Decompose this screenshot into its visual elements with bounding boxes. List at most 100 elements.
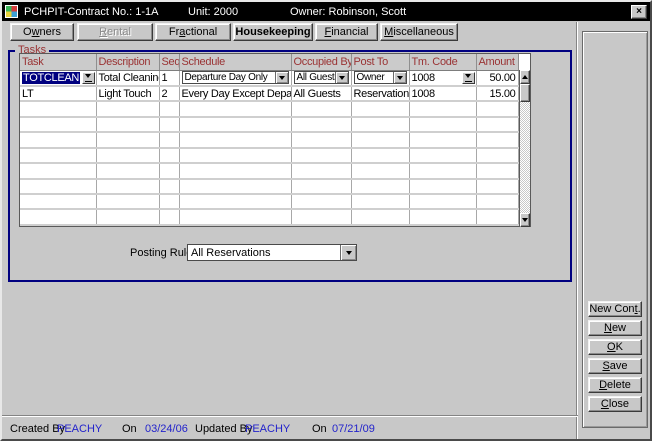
cell-empty[interactable] xyxy=(351,101,409,116)
drop-list-button[interactable] xyxy=(462,72,475,84)
cell-empty[interactable] xyxy=(179,148,291,163)
cell-empty[interactable] xyxy=(291,194,351,209)
cell-empty[interactable] xyxy=(159,179,179,194)
cell-post_to[interactable]: Reservation xyxy=(351,86,409,101)
schedule-combobox[interactable]: Departure Day Only xyxy=(182,71,289,84)
cell-empty[interactable] xyxy=(179,132,291,147)
cell-empty[interactable] xyxy=(20,117,96,132)
cell-empty[interactable] xyxy=(179,194,291,209)
cell-empty[interactable] xyxy=(476,148,518,163)
cell-empty[interactable] xyxy=(159,132,179,147)
cell-empty[interactable] xyxy=(291,117,351,132)
cell-empty[interactable] xyxy=(179,209,291,225)
chevron-down-icon[interactable] xyxy=(335,72,348,83)
cell-empty[interactable] xyxy=(351,148,409,163)
cell-empty[interactable] xyxy=(20,163,96,178)
tab-miscellaneous[interactable]: Miscellaneous xyxy=(380,23,458,41)
cell-occupied_by[interactable]: All Guests xyxy=(291,86,351,101)
cell-empty[interactable] xyxy=(476,194,518,209)
cell-task[interactable]: LT xyxy=(20,86,96,101)
tab-rental[interactable]: Rental xyxy=(77,23,153,41)
cell-seq[interactable]: 1 xyxy=(159,70,179,86)
cell-empty[interactable] xyxy=(409,132,476,147)
cell-description[interactable]: Light Touch xyxy=(96,86,159,101)
cell-empty[interactable] xyxy=(96,132,159,147)
cell-empty[interactable] xyxy=(409,194,476,209)
cell-empty[interactable] xyxy=(476,117,518,132)
chevron-down-icon[interactable] xyxy=(340,245,356,260)
scrollbar-track[interactable] xyxy=(520,102,531,213)
new-cont-button[interactable]: New Cont. xyxy=(588,301,642,317)
cell-empty[interactable] xyxy=(20,101,96,116)
cell-schedule[interactable]: Departure Day Only xyxy=(179,70,291,86)
cell-empty[interactable] xyxy=(96,163,159,178)
cell-empty[interactable] xyxy=(96,179,159,194)
ok-button[interactable]: OK xyxy=(588,339,642,355)
cell-schedule[interactable]: Every Day Except Depart xyxy=(179,86,291,101)
cell-empty[interactable] xyxy=(291,148,351,163)
tab-owners[interactable]: Owners xyxy=(10,23,74,41)
cell-empty[interactable] xyxy=(351,179,409,194)
cell-empty[interactable] xyxy=(409,179,476,194)
cell-empty[interactable] xyxy=(20,132,96,147)
cell-empty[interactable] xyxy=(159,194,179,209)
cell-empty[interactable] xyxy=(179,179,291,194)
save-button[interactable]: Save xyxy=(588,358,642,374)
scroll-up-icon[interactable] xyxy=(520,70,531,84)
cell-empty[interactable] xyxy=(291,209,351,225)
cell-occupied_by[interactable]: All Guests xyxy=(291,70,351,86)
cell-empty[interactable] xyxy=(291,101,351,116)
cell-empty[interactable] xyxy=(96,209,159,225)
new-button[interactable]: New xyxy=(588,320,642,336)
cell-tm_code[interactable]: 1008 xyxy=(409,86,476,101)
occupied-by-combobox[interactable]: All Guests xyxy=(294,71,349,84)
cell-empty[interactable] xyxy=(409,163,476,178)
cell-empty[interactable] xyxy=(96,148,159,163)
cell-amount[interactable]: 50.00 xyxy=(476,70,518,86)
cell-empty[interactable] xyxy=(159,148,179,163)
cell-empty[interactable] xyxy=(409,148,476,163)
cell-empty[interactable] xyxy=(20,209,96,225)
cell-seq[interactable]: 2 xyxy=(159,86,179,101)
cell-amount[interactable]: 15.00 xyxy=(476,86,518,101)
cell-empty[interactable] xyxy=(409,209,476,225)
cell-empty[interactable] xyxy=(159,209,179,225)
cell-empty[interactable] xyxy=(351,209,409,225)
cell-description[interactable]: Total Cleaning xyxy=(96,70,159,86)
cell-post_to[interactable]: Owner xyxy=(351,70,409,86)
drop-list-button[interactable] xyxy=(82,72,95,84)
cell-empty[interactable] xyxy=(179,163,291,178)
cell-empty[interactable] xyxy=(409,117,476,132)
cell-empty[interactable] xyxy=(291,179,351,194)
posting-rule-combobox[interactable]: All Reservations xyxy=(187,244,357,261)
close-button[interactable]: Close xyxy=(588,396,642,412)
cell-empty[interactable] xyxy=(476,163,518,178)
tab-housekeeping[interactable]: Housekeeping xyxy=(233,23,313,41)
cell-empty[interactable] xyxy=(159,101,179,116)
cell-empty[interactable] xyxy=(20,179,96,194)
tab-fractional[interactable]: Fractional xyxy=(155,23,231,41)
cell-tm_code[interactable]: 1008 xyxy=(409,70,476,86)
cell-empty[interactable] xyxy=(291,132,351,147)
close-icon[interactable]: × xyxy=(631,5,647,19)
cell-empty[interactable] xyxy=(291,163,351,178)
cell-empty[interactable] xyxy=(476,132,518,147)
scroll-down-icon[interactable] xyxy=(520,213,531,227)
grid-vertical-scrollbar[interactable] xyxy=(519,70,531,227)
cell-empty[interactable] xyxy=(351,132,409,147)
cell-empty[interactable] xyxy=(476,179,518,194)
cell-empty[interactable] xyxy=(20,194,96,209)
cell-empty[interactable] xyxy=(476,101,518,116)
cell-empty[interactable] xyxy=(476,209,518,225)
cell-empty[interactable] xyxy=(96,117,159,132)
cell-empty[interactable] xyxy=(179,101,291,116)
cell-empty[interactable] xyxy=(409,101,476,116)
cell-empty[interactable] xyxy=(159,117,179,132)
cell-empty[interactable] xyxy=(351,194,409,209)
cell-empty[interactable] xyxy=(96,101,159,116)
post-to-combobox[interactable]: Owner xyxy=(354,71,407,84)
cell-empty[interactable] xyxy=(20,148,96,163)
delete-button[interactable]: Delete xyxy=(588,377,642,393)
cell-empty[interactable] xyxy=(179,117,291,132)
cell-empty[interactable] xyxy=(351,163,409,178)
